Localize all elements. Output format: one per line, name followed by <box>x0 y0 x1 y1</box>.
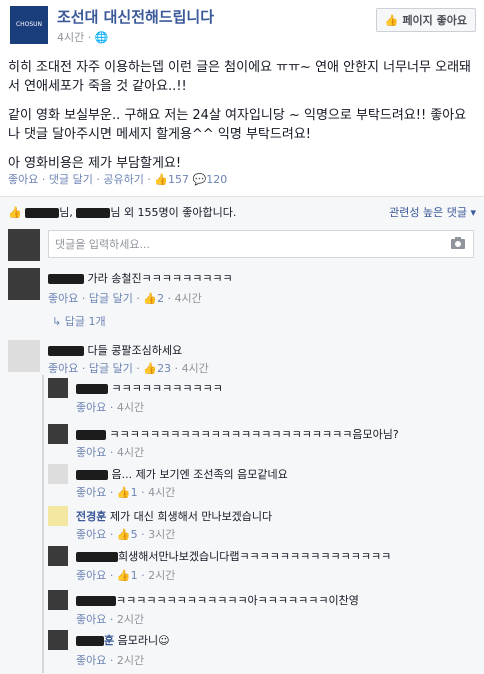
like-link[interactable]: 좋아요 <box>76 613 106 626</box>
comment: 가라 송철진ㅋㅋㅋㅋㅋㅋㅋㅋㅋ <box>48 270 233 286</box>
reply: ㅋㅋㅋㅋㅋㅋㅋㅋㅋㅋㅋㅋㅋ아ㅋㅋㅋㅋㅋㅋㅋ이찬영 <box>76 592 359 608</box>
commenter-name[interactable]: 전경훈 <box>76 510 106 523</box>
redacted-name <box>76 430 106 440</box>
like-link[interactable]: 좋아요 <box>76 528 106 541</box>
post-actions: 좋아요 · 댓글 달기 · 공유하기 · 👍157 💬120 <box>8 173 228 186</box>
reply-link[interactable]: 답글 달기 <box>89 292 133 305</box>
thumb-up-icon: 👍 <box>143 362 158 375</box>
redacted-name <box>76 636 104 646</box>
thumb-up-icon: 👍 <box>384 14 399 27</box>
reply-meta: 좋아요 · 2시간 <box>76 613 145 626</box>
comment-input[interactable]: 댓글을 입력하세요... <box>48 230 474 258</box>
reply-meta: 좋아요 · 2시간 <box>76 654 145 667</box>
avatar[interactable] <box>48 424 68 444</box>
reply: ㅋㅋㅋㅋㅋㅋㅋㅋㅋㅋㅋㅋㅋㅋㅋㅋㅋㅋㅋㅋㅋㅋㅋㅋ음모아님? <box>76 426 399 442</box>
avatar[interactable] <box>48 506 68 526</box>
comment-meta: 좋아요 · 답글 달기 · 👍2 · 4시간 <box>48 292 202 305</box>
redacted-name <box>48 274 84 284</box>
like-link[interactable]: 좋아요 <box>76 446 106 459</box>
page-like-button[interactable]: 👍 페이지 좋아요 <box>375 8 476 32</box>
redacted-name <box>76 552 118 562</box>
thumb-up-icon: 👍 <box>116 569 131 582</box>
reply: 음... 제가 보기엔 조선족의 음모같네요 <box>76 466 288 482</box>
likes-summary[interactable]: 👍 님, 님 외 155명이 좋아합니다. <box>8 204 236 220</box>
thumb-up-icon: 👍 <box>154 173 169 186</box>
redacted-name <box>76 384 108 394</box>
reply-meta: 좋아요 · 👍1 · 2시간 <box>76 569 176 582</box>
avatar[interactable] <box>8 268 40 300</box>
redacted-name <box>48 346 84 356</box>
reply-meta: 좋아요 · 👍1 · 4시간 <box>76 486 176 499</box>
like-count[interactable]: 👍157 <box>154 173 189 186</box>
comment-icon: 💬 <box>192 173 207 186</box>
thumb-up-icon: 👍 <box>116 486 131 499</box>
reply: 희생해서만나보겠습니다랩ㅋㅋㅋㅋㅋㅋㅋㅋㅋㅋㅋㅋㅋㅋㅋ <box>76 548 391 564</box>
comment-composer: 댓글을 입력하세요... <box>8 229 476 261</box>
page-name[interactable]: 조선대 대신전해드립니다 <box>57 6 214 27</box>
avatar[interactable] <box>48 590 68 610</box>
reply-arrow-icon: ↳ <box>52 315 62 328</box>
comment: 다들 콩팔조심하세요 <box>48 342 182 358</box>
post-time[interactable]: 4시간 · 🌐 <box>57 29 108 45</box>
thumb-up-icon: 👍 <box>143 292 158 305</box>
comment-link[interactable]: 댓글 달기 <box>49 173 93 186</box>
page-logo[interactable]: CHOSUN <box>10 6 48 44</box>
avatar[interactable] <box>48 464 68 484</box>
avatar[interactable] <box>48 378 68 398</box>
comment-count[interactable]: 💬120 <box>193 173 228 186</box>
replies-link[interactable]: ↳ 답글 1개 <box>52 313 106 329</box>
avatar[interactable] <box>48 546 68 566</box>
like-link[interactable]: 좋아요 <box>76 401 106 414</box>
reply-thread-line <box>42 375 44 673</box>
thumb-up-icon: 👍 <box>116 528 131 541</box>
reply-meta: 좋아요 · 👍5 · 3시간 <box>76 528 176 541</box>
reply: ㅋㅋㅋㅋㅋㅋㅋㅋㅋㅋㅋ <box>76 380 223 396</box>
share-link[interactable]: 공유하기 <box>103 173 143 186</box>
post-body: 히히 조대전 자주 이용하는뎁 이런 글은 첨이에요 ㅠㅠ~ 연애 안한지 너무… <box>8 58 476 183</box>
redacted-name <box>76 596 116 606</box>
camera-icon[interactable] <box>451 237 465 249</box>
redacted-name <box>76 470 108 480</box>
reply: 전경훈 제가 대신 희생해서 만나보겠습니다 <box>76 510 273 523</box>
smile-emoji: ☺ <box>158 634 170 647</box>
like-link[interactable]: 좋아요 <box>76 486 106 499</box>
like-link[interactable]: 좋아요 <box>76 654 106 667</box>
globe-icon: 🌐 <box>94 31 109 44</box>
redacted-name <box>76 208 111 218</box>
avatar[interactable] <box>48 630 68 650</box>
comment-meta: 좋아요 · 답글 달기 · 👍23 · 4시간 <box>48 362 209 375</box>
like-link[interactable]: 좋아요 <box>8 173 38 186</box>
redacted-name <box>25 208 60 218</box>
like-link[interactable]: 좋아요 <box>48 292 78 305</box>
like-link[interactable]: 좋아요 <box>48 362 78 375</box>
reply: 훈 음모라니☺ <box>76 632 170 648</box>
post-paragraph: 같이 영화 보실부운.. 구해요 저는 24살 여자입니당 ~ 익명으로 부탁드… <box>8 108 467 142</box>
avatar <box>8 229 40 261</box>
reply-meta: 좋아요 · 4시간 <box>76 446 145 459</box>
post-paragraph: 히히 조대전 자주 이용하는뎁 이런 글은 첨이에요 ㅠㅠ~ 연애 안한지 너무… <box>8 60 471 94</box>
reply-meta: 좋아요 · 4시간 <box>76 401 145 414</box>
comment-sort-dropdown[interactable]: 관련성 높은 댓글 ▾ <box>389 204 476 220</box>
avatar[interactable] <box>8 340 40 372</box>
thumb-up-icon: 👍 <box>8 206 22 219</box>
like-link[interactable]: 좋아요 <box>76 569 106 582</box>
reply-link[interactable]: 답글 달기 <box>89 362 133 375</box>
post-header: CHOSUN 조선대 대신전해드립니다 4시간 · 🌐 👍 페이지 좋아요 <box>0 0 484 50</box>
